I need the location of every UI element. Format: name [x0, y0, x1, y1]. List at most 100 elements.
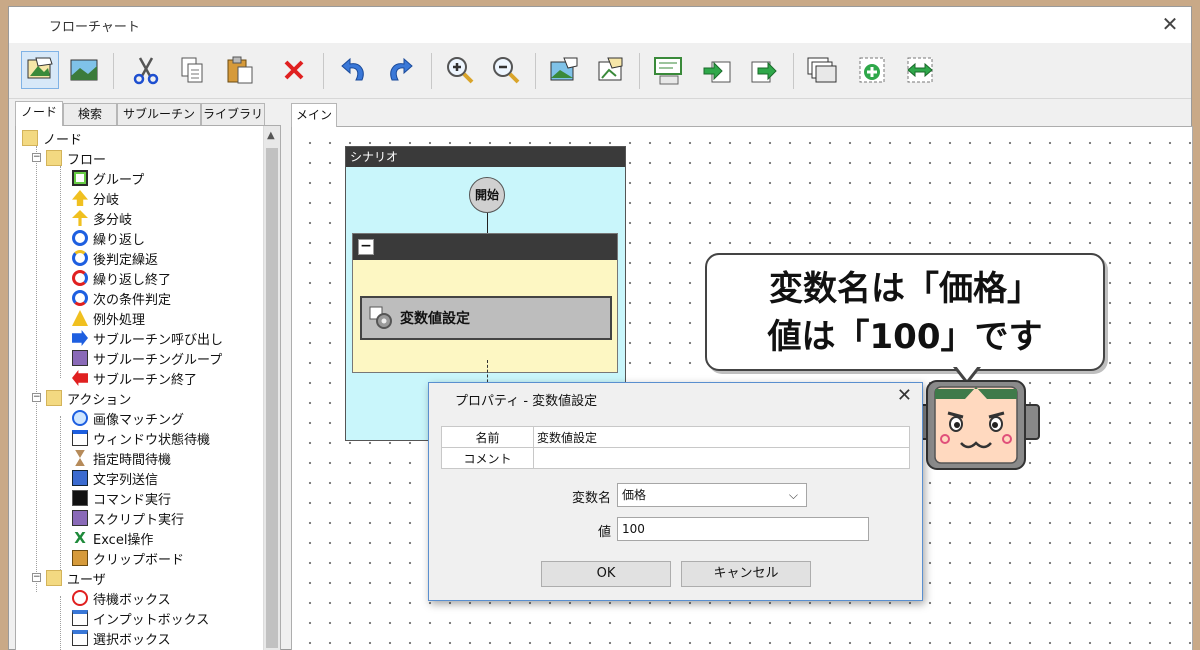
excel-icon: X: [74, 529, 86, 547]
branch-icon: [72, 190, 88, 206]
image-view-icon[interactable]: [65, 51, 103, 89]
tree-item-branch[interactable]: 分岐: [72, 188, 119, 208]
window-wait-icon: [72, 430, 88, 446]
tab-main[interactable]: メイン: [291, 103, 337, 127]
variable-node[interactable]: 変数値設定: [360, 296, 612, 340]
import-icon[interactable]: [699, 51, 737, 89]
variable-node-label: 変数値設定: [400, 311, 470, 327]
tree-group-user[interactable]: ユーザ: [46, 568, 106, 588]
undo-icon[interactable]: [335, 51, 373, 89]
tree-item-clipboard[interactable]: クリップボード: [72, 548, 184, 568]
dialog-title: プロパティ - 変数値設定: [455, 394, 598, 409]
comment-icon[interactable]: [649, 51, 687, 89]
subroutine-end-icon: [72, 370, 88, 386]
variable-name-label: 変数名: [571, 491, 611, 506]
tree-item-send-text[interactable]: 文字列送信: [72, 468, 158, 488]
prohibit-icon: [72, 590, 88, 606]
swap-icon[interactable]: [901, 51, 939, 89]
cut-icon[interactable]: [127, 51, 165, 89]
scroll-up-icon[interactable]: ▲: [267, 130, 275, 141]
tab-subroutine[interactable]: サブルーチン: [117, 103, 201, 125]
folder-icon: [22, 130, 38, 146]
comment-value-field[interactable]: [533, 447, 910, 469]
gear-icon: [369, 306, 392, 329]
image-node-icon[interactable]: [545, 51, 583, 89]
tree-group-action[interactable]: アクション: [46, 388, 131, 408]
tree-item-group[interactable]: グループ: [72, 168, 144, 188]
add-node-icon[interactable]: [853, 51, 891, 89]
tree-item-next-condition[interactable]: 次の条件判定: [72, 288, 171, 308]
tree-item-subroutine-call[interactable]: サブルーチン呼び出し: [72, 328, 223, 348]
ok-button[interactable]: OK: [541, 561, 671, 587]
tree-root[interactable]: ノード: [22, 128, 82, 148]
name-label: 名前: [441, 426, 534, 448]
close-icon[interactable]: ✕: [897, 385, 912, 406]
property-dialog: プロパティ - 変数値設定 ✕ 名前 変数値設定 コメント 変数名 価格 ⌵ 値…: [428, 382, 923, 601]
cancel-button[interactable]: キャンセル: [681, 561, 811, 587]
script-icon: [72, 510, 88, 526]
collapse-toggle[interactable]: −: [32, 153, 41, 162]
tab-library[interactable]: ライブラリ: [201, 103, 265, 125]
name-value-field[interactable]: 変数値設定: [533, 426, 910, 448]
toolbar: [9, 43, 1191, 99]
folder-icon: [46, 390, 62, 406]
tab-node[interactable]: ノード: [15, 101, 63, 126]
tree-item-exception[interactable]: 例外処理: [72, 308, 145, 328]
tree-item-window-wait[interactable]: ウィンドウ状態待機: [72, 428, 210, 448]
tree-item-command[interactable]: コマンド実行: [72, 488, 171, 508]
magnifier-icon: [72, 410, 88, 426]
next-condition-icon: [72, 290, 88, 306]
value-input[interactable]: 100: [617, 517, 869, 541]
loop-icon: [72, 230, 88, 246]
tree-item-wait-box[interactable]: 待機ボックス: [72, 588, 171, 608]
tree-item-select-box[interactable]: 選択ボックス: [72, 628, 171, 648]
group-block[interactable]: − 変数値設定: [352, 233, 618, 373]
subroutine-call-icon: [72, 330, 88, 346]
tree-item-input-box[interactable]: インプットボックス: [72, 608, 209, 628]
collapse-toggle[interactable]: −: [32, 573, 41, 582]
close-icon[interactable]: ✕: [1157, 11, 1183, 37]
scenario-header: シナリオ: [346, 147, 625, 167]
scroll-thumb[interactable]: [266, 148, 278, 648]
group-icon: [72, 170, 88, 186]
variable-name-select[interactable]: 価格 ⌵: [617, 483, 807, 507]
folder-icon: [46, 150, 62, 166]
speech-bubble: 変数名は「価格」 値は「100」です: [705, 253, 1105, 371]
keyboard-icon: [72, 470, 88, 486]
image-edit-icon[interactable]: [591, 51, 629, 89]
folder-icon: [46, 570, 62, 586]
clipboard-icon: [72, 550, 88, 566]
zoom-in-icon[interactable]: [441, 51, 479, 89]
start-node[interactable]: 開始: [469, 177, 505, 213]
tree-scrollbar[interactable]: ▲: [263, 126, 280, 650]
tree-item-subroutine-group[interactable]: サブルーチングループ: [72, 348, 222, 368]
node-view-icon[interactable]: [21, 51, 59, 89]
tree-item-post-loop[interactable]: 後判定繰返: [72, 248, 158, 268]
exception-icon: [72, 310, 88, 326]
tree-item-multi-branch[interactable]: 多分岐: [72, 208, 132, 228]
console-icon: [72, 490, 88, 506]
tab-search[interactable]: 検索: [63, 103, 117, 125]
window-icon[interactable]: [803, 51, 841, 89]
tree-item-script[interactable]: スクリプト実行: [72, 508, 184, 528]
app-window: フローチャート ✕ ノード 検索 サブルーチン ライブラリ ▲ ノード − フロ…: [8, 6, 1193, 650]
delete-icon[interactable]: [275, 51, 313, 89]
copy-icon[interactable]: [173, 51, 211, 89]
collapse-icon[interactable]: −: [358, 239, 374, 255]
tree-item-loop[interactable]: 繰り返し: [72, 228, 145, 248]
input-box-icon: [72, 610, 88, 626]
paste-icon[interactable]: [221, 51, 259, 89]
collapse-toggle[interactable]: −: [32, 393, 41, 402]
tree-item-time-wait[interactable]: 指定時間待機: [72, 448, 171, 468]
subroutine-group-icon: [72, 350, 88, 366]
export-icon[interactable]: [745, 51, 783, 89]
tree-group-flow[interactable]: フロー: [46, 148, 106, 168]
robot-mascot-icon: [912, 380, 1040, 470]
tree-item-subroutine-end[interactable]: サブルーチン終了: [72, 368, 197, 388]
redo-icon[interactable]: [381, 51, 419, 89]
tree-item-excel[interactable]: X Excel操作: [72, 528, 153, 548]
zoom-out-icon[interactable]: [487, 51, 525, 89]
bubble-line-2: 値は「100」です: [767, 317, 1043, 357]
tree-item-image-match[interactable]: 画像マッチング: [72, 408, 184, 428]
tree-item-loop-end[interactable]: 繰り返し終了: [72, 268, 171, 288]
